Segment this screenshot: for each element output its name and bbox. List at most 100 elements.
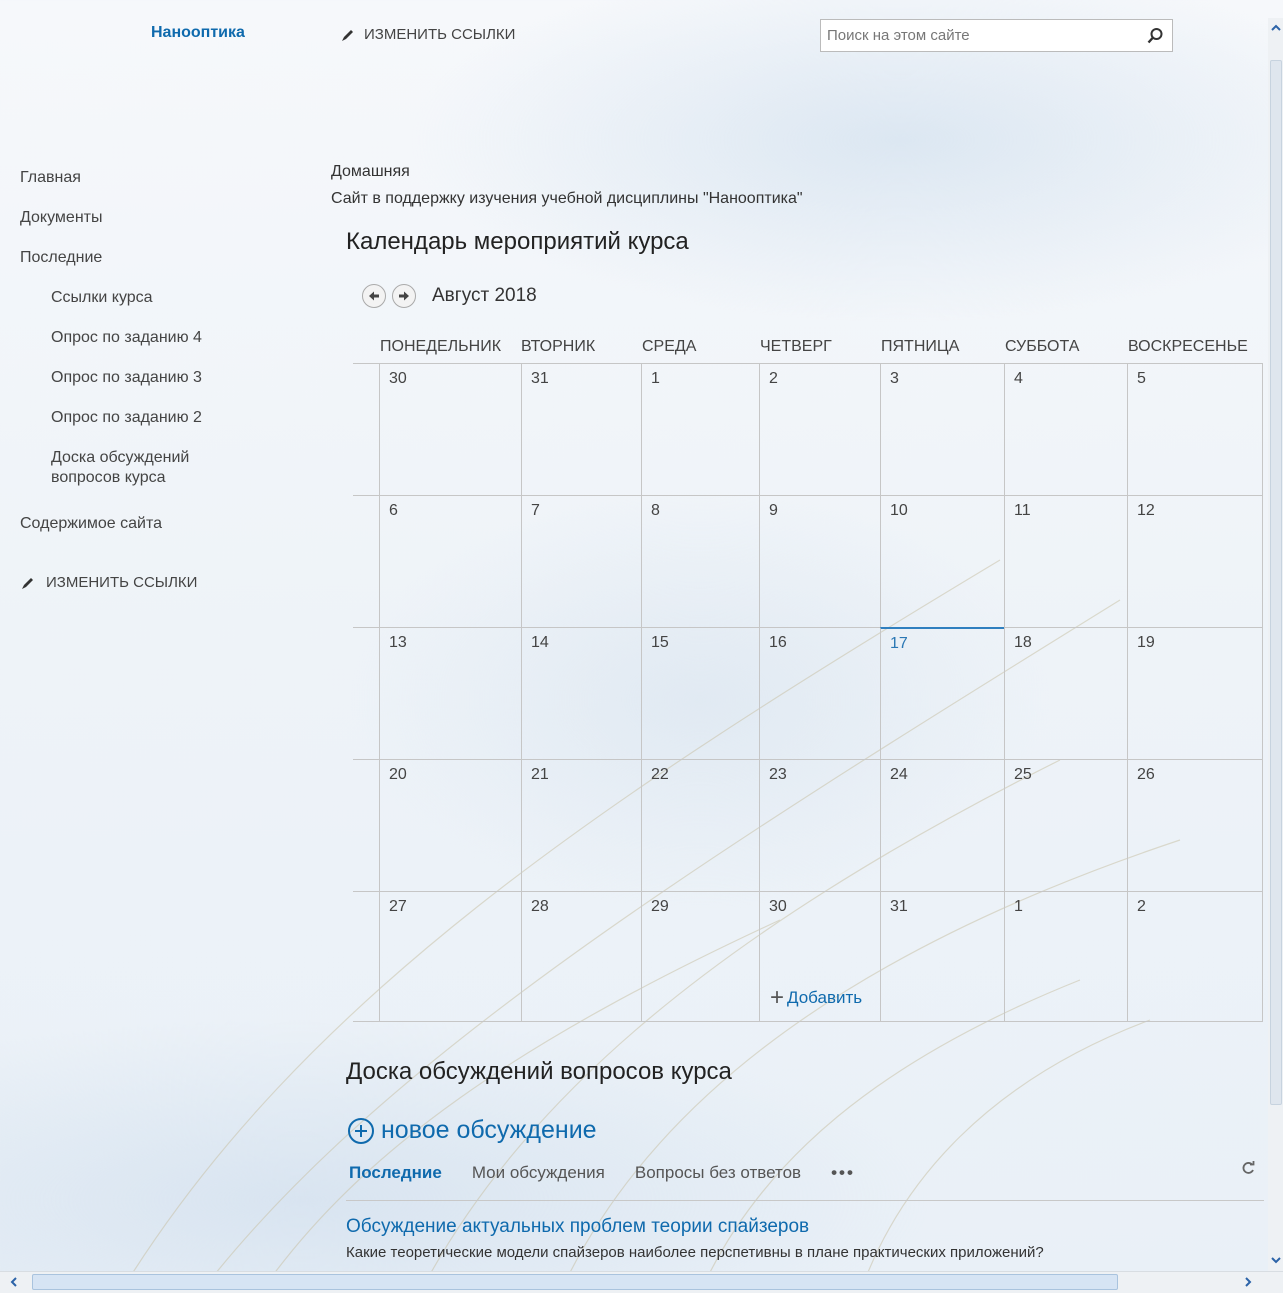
calendar-day-cell[interactable]: 29 bbox=[641, 891, 759, 1022]
calendar-day-cell[interactable]: 16 bbox=[759, 627, 880, 759]
add-circle-icon bbox=[348, 1117, 374, 1144]
calendar-day-cell[interactable]: 12 bbox=[1127, 495, 1263, 627]
nav-item-documents[interactable]: Документы bbox=[20, 208, 280, 248]
calendar-gutter-cell bbox=[353, 759, 379, 891]
calendar-day-cell[interactable]: 3 bbox=[880, 363, 1004, 495]
edit-links-top-label: ИЗМЕНИТЬ ССЫЛКИ bbox=[364, 26, 516, 43]
edit-links-left-label: ИЗМЕНИТЬ ССЫЛКИ bbox=[46, 574, 198, 591]
weekday-label: ВТОРНИК bbox=[521, 338, 596, 355]
calendar-day-cell[interactable]: 13 bbox=[379, 627, 521, 759]
nav-item-course-links[interactable]: Ссылки курса bbox=[20, 288, 280, 328]
add-event-button[interactable]: + Добавить bbox=[770, 984, 863, 1011]
calendar-day-cell[interactable]: 25 bbox=[1004, 759, 1127, 891]
tab-my-discussions[interactable]: Мои обсуждения bbox=[472, 1163, 605, 1183]
search-button[interactable] bbox=[1138, 20, 1172, 51]
nav-item-survey-2[interactable]: Опрос по заданию 2 bbox=[20, 408, 280, 448]
discussion-board-title[interactable]: Доска обсуждений вопросов курса bbox=[346, 1058, 732, 1086]
site-title[interactable]: Нанооптика bbox=[151, 24, 245, 42]
scroll-right-button[interactable] bbox=[1240, 1274, 1256, 1290]
search-box bbox=[820, 19, 1173, 52]
calendar-day-cell[interactable]: 24 bbox=[880, 759, 1004, 891]
breadcrumb[interactable]: Домашняя bbox=[331, 163, 410, 181]
calendar-day-cell[interactable]: 20 bbox=[379, 759, 521, 891]
nav-item-survey-3[interactable]: Опрос по заданию 3 bbox=[20, 368, 280, 408]
calendar-day-cell[interactable]: 5 bbox=[1127, 363, 1263, 495]
edit-links-top-button[interactable]: ИЗМЕНИТЬ ССЫЛКИ bbox=[340, 26, 515, 43]
horizontal-scroll-thumb[interactable] bbox=[32, 1274, 1118, 1290]
calendar-day-cell[interactable]: 31 bbox=[521, 363, 641, 495]
edit-links-left-button[interactable]: ИЗМЕНИТЬ ССЫЛКИ bbox=[20, 574, 197, 591]
calendar-day-cell[interactable]: 21 bbox=[521, 759, 641, 891]
search-icon bbox=[1147, 27, 1163, 43]
calendar-day-cell[interactable]: 26 bbox=[1127, 759, 1263, 891]
weekday-label: СРЕДА bbox=[642, 338, 697, 355]
weekday-label: ЧЕТВЕРГ bbox=[760, 338, 832, 355]
calendar-day-cell[interactable]: 1 bbox=[1004, 891, 1127, 1022]
calendar-day-cell[interactable]: 1 bbox=[641, 363, 759, 495]
nav-item-survey-4[interactable]: Опрос по заданию 4 bbox=[20, 328, 280, 368]
chevron-left-icon bbox=[10, 1277, 17, 1287]
weekday-label: ВОСКРЕСЕНЬЕ bbox=[1128, 338, 1248, 355]
calendar-title[interactable]: Календарь мероприятий курса bbox=[346, 228, 689, 256]
calendar-day-cell[interactable]: 23 bbox=[759, 759, 880, 891]
discussion-tabs: Последние Мои обсуждения Вопросы без отв… bbox=[349, 1163, 855, 1183]
calendar-day-cell[interactable]: 10 bbox=[880, 495, 1004, 627]
calendar-day-cell[interactable]: 19 bbox=[1127, 627, 1263, 759]
scroll-down-button[interactable] bbox=[1268, 1252, 1283, 1268]
calendar-day-cell[interactable]: 4 bbox=[1004, 363, 1127, 495]
scroll-up-button[interactable] bbox=[1268, 20, 1283, 36]
calendar-gutter-cell bbox=[353, 891, 379, 1022]
calendar-gutter-cell bbox=[353, 495, 379, 627]
calendar-day-cell[interactable]: 2 bbox=[1127, 891, 1263, 1022]
next-month-button[interactable] bbox=[392, 284, 416, 308]
calendar-gutter-cell bbox=[353, 627, 379, 759]
calendar-day-cell[interactable]: 30 bbox=[379, 363, 521, 495]
refresh-icon bbox=[1242, 1161, 1255, 1174]
discussion-topic-description: Какие теоретические модели спайзеров наи… bbox=[346, 1244, 1044, 1261]
calendar-day-cell[interactable]: 8 bbox=[641, 495, 759, 627]
chevron-right-icon bbox=[1245, 1277, 1252, 1287]
calendar-grid-border bbox=[353, 1021, 1263, 1022]
pencil-icon bbox=[22, 577, 33, 589]
scroll-left-button[interactable] bbox=[6, 1274, 22, 1290]
tabs-divider bbox=[346, 1200, 1264, 1201]
discussion-topic-link[interactable]: Обсуждение актуальных проблем теории спа… bbox=[346, 1216, 809, 1238]
nav-item-site-contents[interactable]: Содержимое сайта bbox=[20, 514, 280, 554]
calendar-day-cell[interactable]: 2 bbox=[759, 363, 880, 495]
calendar-grid-border bbox=[1262, 363, 1263, 1022]
nav-item-recent[interactable]: Последние bbox=[20, 248, 280, 288]
calendar-day-cell[interactable]: 31 bbox=[880, 891, 1004, 1022]
arrow-left-icon bbox=[369, 291, 379, 301]
new-discussion-label: новое обсуждение bbox=[381, 1116, 597, 1144]
tab-unanswered[interactable]: Вопросы без ответов bbox=[635, 1163, 801, 1183]
calendar-day-cell[interactable]: 14 bbox=[521, 627, 641, 759]
pencil-icon bbox=[342, 29, 353, 41]
plus-icon: + bbox=[770, 984, 785, 1011]
refresh-button[interactable] bbox=[1240, 1160, 1256, 1181]
prev-month-button[interactable] bbox=[362, 284, 386, 308]
search-input[interactable] bbox=[821, 20, 1138, 51]
more-tabs-button[interactable]: ••• bbox=[831, 1163, 855, 1183]
calendar-day-cell[interactable]: 28 bbox=[521, 891, 641, 1022]
arrow-right-icon bbox=[399, 291, 409, 301]
weekday-label: ПОНЕДЕЛЬНИК bbox=[380, 338, 502, 355]
calendar-day-cell[interactable]: 7 bbox=[521, 495, 641, 627]
calendar-day-cell[interactable]: 22 bbox=[641, 759, 759, 891]
calendar-navigation: Август 2018 bbox=[362, 284, 537, 308]
calendar-day-cell[interactable]: 17 bbox=[880, 627, 1004, 759]
tab-recent[interactable]: Последние bbox=[349, 1163, 442, 1183]
calendar-day-cell[interactable]: 9 bbox=[759, 495, 880, 627]
weekday-label: СУББОТА bbox=[1005, 338, 1080, 355]
calendar-day-cell[interactable]: 6 bbox=[379, 495, 521, 627]
calendar-day-cell[interactable]: 18 bbox=[1004, 627, 1127, 759]
vertical-scroll-thumb[interactable] bbox=[1270, 60, 1282, 1105]
calendar-month: Август 2018 bbox=[432, 285, 537, 306]
calendar-day-cell[interactable]: 27 bbox=[379, 891, 521, 1022]
chevron-up-icon bbox=[1271, 24, 1281, 31]
add-event-label: Добавить bbox=[787, 988, 863, 1007]
new-discussion-button[interactable]: новое обсуждение bbox=[347, 1116, 597, 1145]
nav-item-discussion-board[interactable]: Доска обсуждений вопросов курса bbox=[20, 448, 240, 514]
calendar-day-cell[interactable]: 11 bbox=[1004, 495, 1127, 627]
nav-item-home[interactable]: Главная bbox=[20, 168, 280, 208]
calendar-day-cell[interactable]: 15 bbox=[641, 627, 759, 759]
